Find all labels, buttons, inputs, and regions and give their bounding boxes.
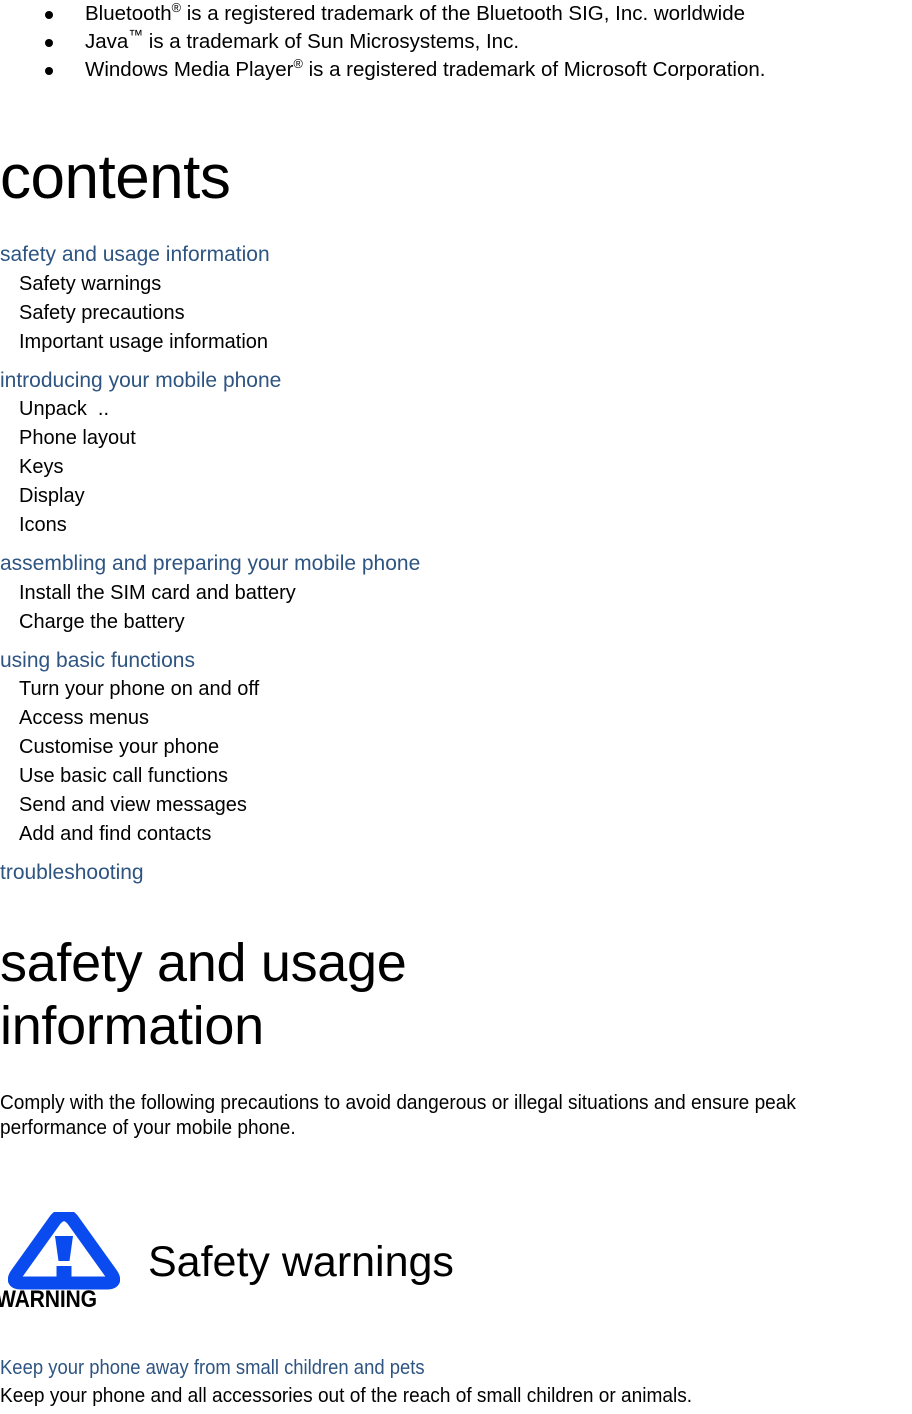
trademark-name: Bluetooth [85,2,172,25]
toc-entry[interactable]: Charge the battery [0,608,560,637]
toc-entry[interactable]: Phone layout [0,424,560,453]
chapter-title: safety and usage information [0,933,407,1056]
bullet-icon [45,67,53,75]
warning-triangle-icon [8,1212,120,1290]
bullet-icon [45,39,53,47]
warning-mark: WARNING [0,1212,130,1320]
toc-entry[interactable]: Customise your phone [0,733,560,762]
trademark-statement: is a registered trademark of Microsoft C… [302,58,766,81]
toc-entry[interactable]: Unpack .. [0,395,560,424]
toc-section-heading[interactable]: introducing your mobile phone [0,366,560,396]
toc-entry[interactable]: Safety precautions [0,299,560,328]
toc-entry[interactable]: Use basic call functions [0,762,560,791]
toc-entry[interactable]: Turn your phone on and off [0,675,560,704]
tip-heading: Keep your phone away from small children… [0,1356,425,1379]
toc-entry[interactable]: Add and find contacts [0,820,560,849]
toc-section-heading[interactable]: assembling and preparing your mobile pho… [0,549,560,579]
toc-group: safety and usage information Safety warni… [0,240,560,357]
toc-section-heading[interactable]: troubleshooting [0,858,560,888]
registered-mark-icon: ® [171,0,181,16]
chapter-intro-paragraph: Comply with the following precautions to… [0,1091,796,1139]
toc-entry[interactable]: Safety warnings [0,270,560,299]
trademark-mark-icon: ™ [128,28,144,45]
bullet-icon [45,11,53,19]
toc-group: troubleshooting [0,858,560,888]
registered-mark-icon: ® [293,56,303,72]
trademark-item: Windows Media Player® is a registered tr… [0,56,912,84]
toc-group: introducing your mobile phone Unpack .. Ph… [0,366,560,541]
toc-section-heading[interactable]: safety and usage information [0,240,560,270]
tip-body-text: Keep your phone and all accessories out … [0,1384,693,1407]
toc-entry[interactable]: Send and view messages [0,791,560,820]
table-of-contents: safety and usage information Safety warni… [0,240,560,897]
toc-entry[interactable]: Important usage information [0,328,560,357]
toc-entry[interactable]: Keys [0,453,560,482]
trademark-item: Bluetooth® is a registered trademark of … [0,0,912,28]
trademark-name: Java [85,30,129,53]
trademark-statement: is a trademark of Sun Microsystems, Inc. [143,30,520,53]
trademark-list: Bluetooth® is a registered trademark of … [0,0,912,84]
toc-entry[interactable]: Access menus [0,704,560,733]
toc-entry[interactable]: Install the SIM card and battery [0,579,560,608]
toc-group: using basic functions Turn your phone on … [0,646,560,850]
trademark-name: Windows Media Player [85,58,294,81]
toc-entry[interactable]: Icons [0,511,560,540]
trademark-statement: is a registered trademark of the Bluetoo… [181,2,746,25]
toc-entry[interactable]: Display [0,482,560,511]
safety-warning-block: WARNING Safety warnings [0,1212,912,1322]
contents-title: contents [0,143,231,212]
toc-section-heading[interactable]: using basic functions [0,646,560,676]
toc-group: assembling and preparing your mobile pho… [0,549,560,637]
safety-warnings-heading: Safety warnings [148,1238,454,1286]
trademark-item: Java™ is a trademark of Sun Microsystems… [0,28,912,56]
warning-label: WARNING [0,1286,97,1313]
